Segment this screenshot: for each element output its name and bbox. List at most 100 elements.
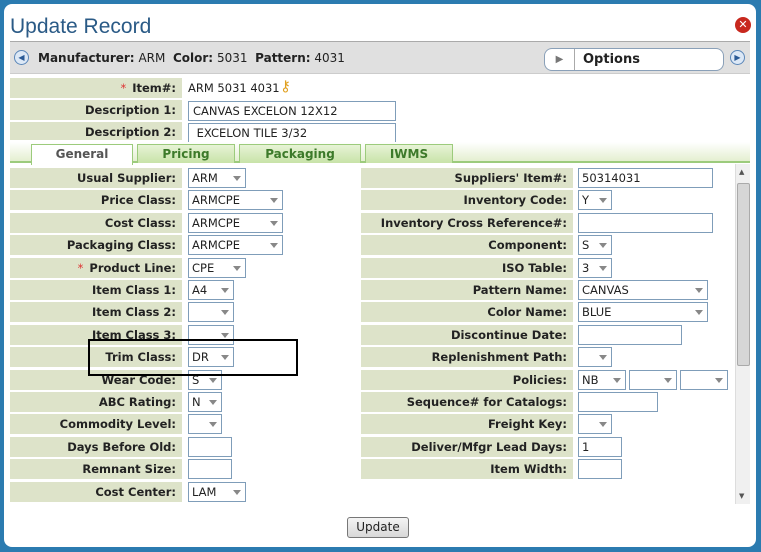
policies-3-select[interactable] [680,369,728,390]
iso-table-select[interactable]: 3 [578,257,612,278]
chevron-down-icon [715,377,723,383]
field-label-text: Inventory Code: [463,193,568,208]
deliver-mfgr-lead-days-input[interactable]: 1 [578,436,622,457]
component-select[interactable]: S [578,235,612,256]
item-number-value: ARM 5031 4031 [188,81,280,95]
tab-pricing[interactable]: Pricing [137,144,235,163]
field-label-text: Cost Center: [95,484,176,499]
cost-center-label: Cost Center: [10,481,182,502]
inventory-cross-reference-label: Inventory Cross Reference#: [361,212,573,233]
replenishment-path-label: Replenishment Path: [361,347,573,368]
scrollbar[interactable]: ▲ ▼ [735,164,750,504]
right-row-replenishment-path: Replenishment Path: [10,347,733,368]
next-record-icon[interactable]: ▶ [730,50,745,65]
tab-iwms[interactable]: IWMS [365,144,453,163]
discontinue-date-label: Discontinue Date: [361,324,573,345]
description-1-label: Description 1: [10,100,182,120]
update-record-dialog: Update Record ✕ ◀ Manufacturer: ARM Colo… [4,4,756,547]
right-row-inventory-cross-reference: Inventory Cross Reference#: [10,212,733,233]
manufacturer-value: ARM [138,51,166,65]
options-label: Options [583,52,640,67]
pattern-value: 4031 [314,51,345,65]
deliver-mfgr-lead-days-label: Deliver/Mfgr Lead Days: [361,436,573,457]
key-icon[interactable]: ⚷ [280,77,291,95]
freight-key-label: Freight Key: [361,414,573,435]
right-row-deliver-mfgr-lead-days: Deliver/Mfgr Lead Days: 1 [10,436,733,457]
chevron-down-icon [695,288,703,293]
suppliers-item-input[interactable]: 50314031 [578,168,713,188]
chevron-down-icon [664,377,672,383]
left-row-cost-center: Cost Center: LAM [10,481,733,502]
freight-key-select[interactable] [578,414,612,435]
cost-center-select[interactable]: LAM [188,481,246,502]
description-2-label: Description 2: [10,122,182,140]
right-row-sequence-for-catalogs: Sequence# for Catalogs: [10,392,733,412]
scrollbar-thumb[interactable] [737,183,750,366]
description-1-input[interactable]: CANVAS EXCELON 12X12 [188,101,396,121]
manufacturer-label: Manufacturer: [38,51,135,65]
right-row-discontinue-date: Discontinue Date: [10,324,733,345]
record-info: Manufacturer: ARM Color: 5031 Pattern: 4… [38,51,345,65]
field-label-text: Freight Key: [487,417,567,432]
field-label-text: Discontinue Date: [450,327,567,342]
right-row-pattern-name: Pattern Name: CANVAS [10,280,733,300]
color-label: Color: [172,51,214,65]
tab-general[interactable]: General [31,144,133,165]
iso-table-label: ISO Table: [361,257,573,278]
item-width-input[interactable] [578,459,622,480]
pattern-name-select[interactable]: CANVAS [578,280,708,300]
right-row-inventory-code: Inventory Code: Y [10,190,733,211]
right-row-policies: Policies: NB [10,369,733,390]
scroll-down-icon[interactable]: ▼ [739,492,744,500]
play-icon: ▶ [545,49,575,70]
sequence-for-catalogs-input[interactable] [578,392,658,412]
scroll-up-icon[interactable]: ▲ [739,168,744,176]
chevron-down-icon [599,422,607,428]
component-label: Component: [361,235,573,256]
dialog-title: Update Record [10,15,152,38]
tab-bar: General Pricing Packaging IWMS [10,142,750,165]
chevron-down-icon [599,198,607,204]
right-row-item-width: Item Width: [10,459,733,480]
color-value: 5031 [216,51,248,65]
chevron-down-icon [599,355,607,361]
general-form: Usual Supplier: ARM Price Class: ARMCPE Cost… [10,164,733,504]
close-icon[interactable]: ✕ [735,17,751,33]
field-label-text: Color Name: [487,305,567,320]
right-row-freight-key: Freight Key: [10,414,733,435]
chevron-down-icon [599,243,607,249]
field-label-text: Deliver/Mfgr Lead Days: [411,439,567,454]
field-label-text: Sequence# for Catalogs: [406,395,567,409]
update-button[interactable]: Update [347,517,409,538]
discontinue-date-input[interactable] [578,324,682,345]
field-label-text: Policies: [512,372,567,387]
required-icon: * [120,81,127,95]
options-button[interactable]: ▶ Options [544,48,724,71]
item-label-text: Item#: [132,81,176,95]
sequence-for-catalogs-label: Sequence# for Catalogs: [361,392,573,412]
field-label-text: Pattern Name: [472,283,567,297]
field-label-text: Component: [488,238,567,253]
chevron-down-icon [599,265,607,271]
chevron-down-icon [695,310,703,316]
field-label-text: Replenishment Path: [431,350,567,365]
policies-1-select[interactable]: NB [578,369,626,390]
previous-record-icon[interactable]: ◀ [14,50,29,65]
pattern-label: Pattern: [255,51,311,65]
pattern-name-label: Pattern Name: [361,280,573,300]
chevron-down-icon [613,377,621,383]
field-label-text: Suppliers' Item#: [454,171,567,185]
item-number-label: * Item#: [10,78,182,98]
policies-2-select[interactable] [629,369,677,390]
policies-label: Policies: [361,369,573,390]
inventory-code-select[interactable]: Y [578,190,612,211]
color-name-select[interactable]: BLUE [578,302,708,323]
right-row-iso-table: ISO Table: 3 [10,257,733,278]
tab-packaging[interactable]: Packaging [239,144,361,163]
record-info-bar: ◀ Manufacturer: ARM Color: 5031 Pattern:… [10,41,750,74]
description-2-input[interactable]: EXCELON TILE 3/32 [188,123,396,143]
inventory-cross-reference-input[interactable] [578,212,713,233]
right-row-component: Component: S [10,235,733,256]
replenishment-path-select[interactable] [578,347,612,368]
item-width-label: Item Width: [361,459,573,480]
